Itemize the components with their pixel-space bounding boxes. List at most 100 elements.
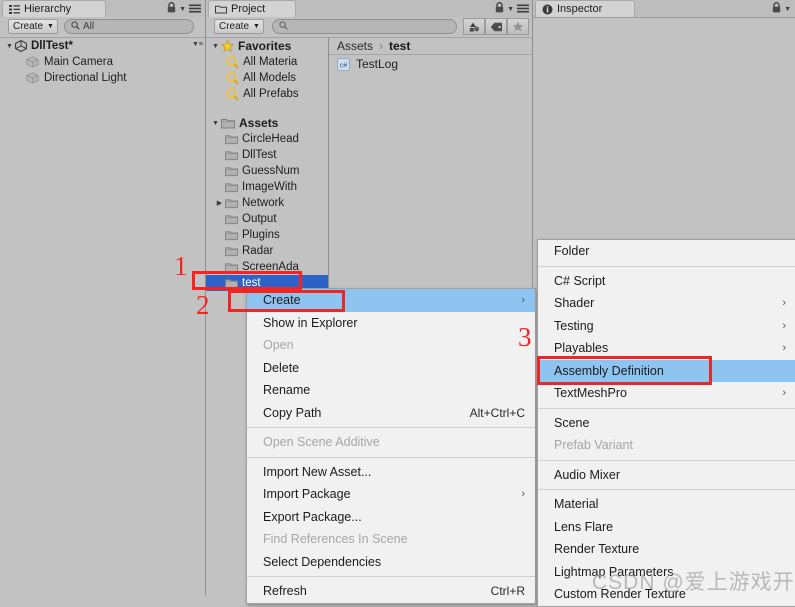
chevron-down-icon[interactable]: ▼ [4, 43, 15, 50]
menu-item[interactable]: Refresh Ctrl+R [247, 580, 535, 603]
menu-separator [538, 459, 795, 461]
breadcrumb: Assets › test [329, 38, 533, 55]
hierarchy-create-button[interactable]: Create ▼ [8, 19, 58, 34]
project-search-input[interactable] [272, 19, 457, 34]
project-assets-item[interactable]: CircleHead [206, 131, 328, 147]
chevron-down-icon[interactable]: ▼ [179, 6, 186, 13]
tab-hierarchy[interactable]: Hierarchy [2, 0, 106, 17]
menu-item[interactable]: Import New Asset... [247, 461, 535, 484]
menu-item-label: Rename [263, 383, 311, 398]
menu-item-label: Testing [554, 318, 594, 333]
annotation-number-1: 1 [174, 251, 188, 281]
menu-item[interactable]: TextMeshPro › [538, 382, 795, 405]
menu-item-label: Scene [554, 415, 590, 430]
project-favorite-all-models[interactable]: All Models [226, 70, 296, 86]
hierarchy-create-label: Create [13, 21, 44, 32]
project-panel-menu[interactable]: ▼ [495, 2, 529, 16]
chevron-down-icon[interactable]: ▼ [784, 6, 791, 13]
menu-item[interactable]: Copy Path Alt+Ctrl+C [247, 402, 535, 425]
tab-inspector[interactable]: Inspector [535, 0, 635, 17]
folder-icon [225, 166, 238, 177]
menu-item[interactable]: Import Package › [247, 483, 535, 506]
project-assets-item[interactable]: Output [206, 211, 328, 227]
inspector-panel-menu[interactable]: ▼ [772, 2, 791, 16]
create-submenu[interactable]: Folder C# Script Shader › Testing › Playables ›… [537, 239, 795, 607]
project-favorite-label: All Materia [243, 56, 298, 68]
menu-item-label: Import Package [263, 487, 351, 502]
chevron-right-icon: › [782, 387, 786, 400]
project-assets-item[interactable]: Radar [206, 243, 328, 259]
breadcrumb-current[interactable]: test [389, 39, 410, 53]
lock-icon[interactable] [167, 2, 176, 16]
menu-item[interactable]: Delete [247, 357, 535, 380]
chevron-down-icon[interactable]: ▼ [210, 120, 221, 127]
menu-item[interactable]: Material [538, 493, 795, 516]
project-assets-item[interactable]: ▶ Network [206, 195, 328, 211]
menu-item[interactable]: Render Texture [538, 538, 795, 561]
chevron-right-icon: › [521, 294, 525, 307]
breadcrumb-root[interactable]: Assets [337, 39, 373, 53]
menu-item-label: Copy Path [263, 405, 322, 420]
panel-options-icon[interactable] [517, 2, 529, 16]
scene-context-icon[interactable]: ▼≡ [192, 41, 203, 48]
menu-item[interactable]: Select Dependencies [247, 551, 535, 574]
asset-context-menu[interactable]: Create › Show in Explorer Open Delete Rename C… [246, 288, 536, 604]
menu-separator [538, 265, 795, 267]
menu-item[interactable]: Testing › [538, 315, 795, 338]
project-assets-item[interactable]: DllTest [206, 147, 328, 163]
panel-options-icon[interactable] [189, 2, 201, 16]
menu-separator [538, 407, 795, 409]
project-favorites-group[interactable]: ▼ Favorites [210, 38, 291, 54]
lock-icon[interactable] [495, 2, 504, 16]
hierarchy-item-main-camera[interactable]: Main Camera [0, 54, 231, 70]
hierarchy-item-directional-light[interactable]: Directional Light [0, 70, 231, 86]
menu-item: Prefab Variant [538, 434, 795, 457]
filter-shapes-icon[interactable] [463, 18, 485, 35]
hierarchy-panel-menu[interactable]: ▼ [167, 2, 201, 16]
annotation-box-assembly-definition [537, 356, 712, 385]
project-create-button[interactable]: Create ▼ [214, 19, 264, 34]
star-icon[interactable] [507, 18, 529, 35]
menu-item[interactable]: Rename [247, 379, 535, 402]
label-tag-icon[interactable] [485, 18, 507, 35]
menu-item-label: Import New Asset... [263, 464, 372, 479]
project-favorite-all-materials[interactable]: All Materia [226, 54, 297, 70]
menu-item: Find References In Scene [247, 528, 535, 551]
hierarchy-scene-root[interactable]: ▼ DllTest* ▼≡ [0, 38, 209, 54]
project-favorites-label: Favorites [238, 39, 292, 53]
project-assets-item[interactable]: Plugins [206, 227, 328, 243]
chevron-right-icon: › [782, 342, 786, 355]
hierarchy-search-input[interactable]: All [64, 19, 194, 34]
menu-item[interactable]: C# Script [538, 270, 795, 293]
menu-item[interactable]: Show in Explorer [247, 312, 535, 335]
menu-item-label: Open [263, 338, 294, 353]
breadcrumb-separator: › [379, 39, 384, 53]
tab-project[interactable]: Project [208, 0, 296, 17]
project-favorite-all-prefabs[interactable]: All Prefabs [226, 86, 299, 102]
menu-item[interactable]: Scene [538, 412, 795, 435]
menu-item[interactable]: Shader › [538, 292, 795, 315]
caret-down-icon: ▼ [47, 23, 54, 30]
project-assets-root[interactable]: ▼ Assets [210, 115, 278, 131]
menu-item-label: Material [554, 497, 599, 512]
project-content-item-testlog[interactable]: c# TestLog [337, 56, 398, 72]
tab-inspector-label: Inspector [557, 3, 603, 15]
chevron-down-icon[interactable]: ▼ [507, 6, 514, 13]
chevron-right-icon[interactable]: ▶ [214, 199, 225, 207]
project-assets-item[interactable]: GuessNum [206, 163, 328, 179]
folder-icon [225, 230, 238, 241]
project-assets-item-label: Plugins [242, 229, 280, 241]
project-assets-item[interactable]: ImageWith [206, 179, 328, 195]
hierarchy-item-label: Main Camera [44, 56, 114, 68]
folder-icon [221, 118, 235, 129]
project-assets-item-label: CircleHead [242, 133, 299, 145]
annotation-number-3: 3 [518, 322, 532, 352]
menu-item[interactable]: Lens Flare [538, 516, 795, 539]
folder-icon [215, 4, 227, 14]
menu-item[interactable]: Export Package... [247, 506, 535, 529]
menu-item[interactable]: Folder [538, 240, 795, 263]
folder-icon [225, 182, 238, 193]
menu-item[interactable]: Audio Mixer [538, 464, 795, 487]
lock-icon[interactable] [772, 2, 781, 16]
chevron-down-icon[interactable]: ▼ [210, 43, 221, 50]
